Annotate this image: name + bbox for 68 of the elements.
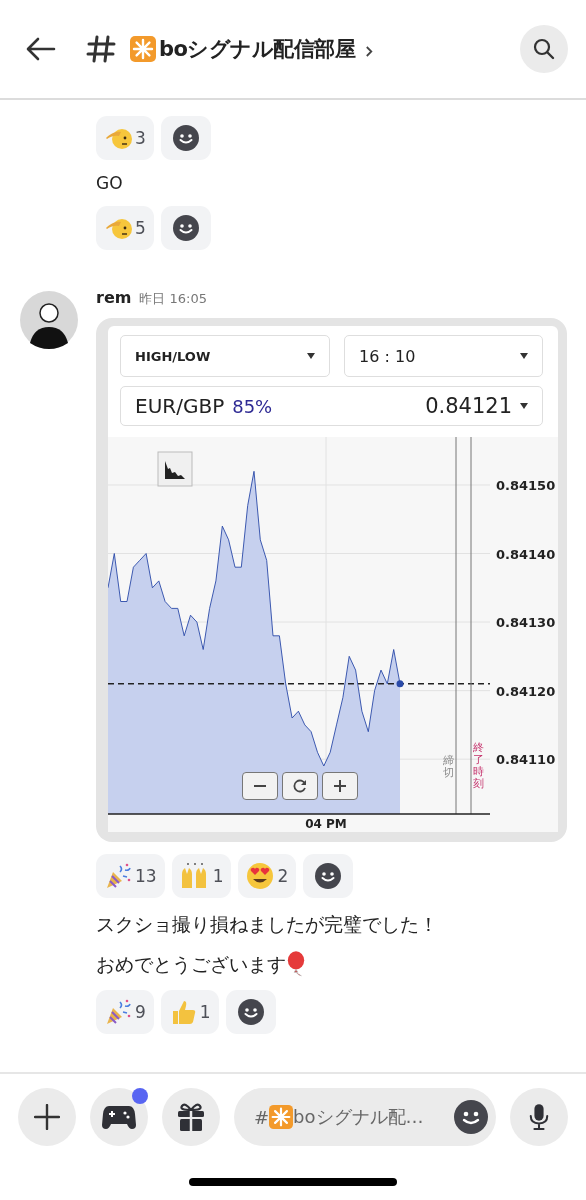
- party-popper-icon: [104, 862, 132, 890]
- timestamp: 昨日 16:05: [139, 290, 208, 308]
- zoom-out-button[interactable]: [242, 772, 278, 800]
- chart-type-button[interactable]: [157, 451, 193, 487]
- time-marker-label: 締切: [443, 755, 454, 780]
- add-reaction-button[interactable]: [303, 854, 354, 898]
- caret-icon: [520, 353, 528, 359]
- y-axis-label: 0.84110: [496, 752, 556, 768]
- reaction-chip[interactable]: 3: [96, 116, 154, 160]
- search-icon: [532, 37, 556, 61]
- channel-title[interactable]: boシグナル配信部屋: [159, 35, 356, 63]
- gamepad-icon: [102, 1104, 136, 1130]
- screenshot-card[interactable]: HIGH/LOW 16 : 10 EUR/GBP 85% 0.84121 0.84110 0.84120 0.84130 0.84140 0.84150 04 PM 締切 終了時刻: [96, 318, 567, 842]
- caret-icon: [307, 353, 316, 359]
- reaction-count: 5: [135, 218, 146, 238]
- reaction-chip[interactable]: 1: [160, 990, 219, 1034]
- reaction-count: 1: [199, 1002, 211, 1022]
- smiley-icon[interactable]: [454, 1100, 488, 1134]
- smiley-icon: [315, 863, 342, 889]
- balloon-icon: [286, 951, 306, 977]
- message-text: GO: [96, 172, 123, 194]
- add-reaction-button[interactable]: [160, 206, 211, 250]
- party-popper-icon: [104, 998, 132, 1026]
- reaction-count: 2: [277, 866, 289, 886]
- back-arrow-icon[interactable]: [26, 37, 56, 61]
- x-axis-label: 04 PM: [305, 817, 347, 831]
- gift-icon: [176, 1102, 206, 1132]
- reaction-count: 1: [212, 866, 224, 886]
- reaction-count: 3: [135, 128, 146, 148]
- message-input-field[interactable]: # boシグナル配…: [234, 1088, 496, 1146]
- avatar-silhouette-icon: [20, 291, 78, 349]
- smiley-icon: [172, 215, 199, 241]
- plus-icon: [333, 779, 347, 793]
- star-badge-icon: [269, 1105, 294, 1129]
- smiley-icon: [172, 125, 199, 151]
- refresh-icon: [293, 779, 307, 793]
- caret-icon: [520, 403, 528, 409]
- plus-icon: [34, 1104, 60, 1130]
- hashtag-icon: [86, 34, 116, 64]
- reaction-chip[interactable]: 2: [238, 854, 297, 898]
- author-name[interactable]: rem: [96, 288, 132, 307]
- asset-selector[interactable]: EUR/GBP 85% 0.84121: [120, 386, 543, 426]
- star-badge-icon: [130, 36, 156, 62]
- y-axis-label: 0.84130: [496, 615, 556, 631]
- y-axis-label: 0.84120: [496, 683, 556, 699]
- reaction-chip[interactable]: 9: [96, 990, 154, 1034]
- microphone-icon: [528, 1103, 550, 1131]
- time-marker-label: 終了時刻: [473, 742, 484, 791]
- message-text: おめでとうございます: [96, 952, 286, 977]
- reaction-count: 13: [135, 866, 157, 886]
- smiley-icon: [237, 999, 264, 1025]
- reaction-chip[interactable]: 13: [96, 854, 165, 898]
- search-button[interactable]: [520, 25, 568, 73]
- y-axis-label: 0.84150: [496, 478, 556, 493]
- reaction-chip[interactable]: 5: [96, 206, 154, 250]
- reaction-count: 9: [135, 1002, 146, 1022]
- reaction-chip[interactable]: 1: [171, 854, 232, 898]
- y-axis-label: 0.84140: [496, 546, 556, 562]
- reset-zoom-button[interactable]: [282, 772, 318, 800]
- expiry-dropdown[interactable]: 16 : 10: [344, 335, 543, 377]
- trade-type-dropdown[interactable]: HIGH/LOW: [120, 335, 331, 377]
- message-text: スクショ撮り損ねましたが完璧でした！: [96, 912, 438, 937]
- current-price-dot: [396, 680, 404, 688]
- chevron-right-icon[interactable]: [365, 44, 375, 58]
- zoom-in-button[interactable]: [322, 772, 358, 800]
- add-reaction-button[interactable]: [160, 116, 211, 160]
- heart-eyes-face-icon: [246, 862, 275, 890]
- add-reaction-button[interactable]: [225, 990, 276, 1034]
